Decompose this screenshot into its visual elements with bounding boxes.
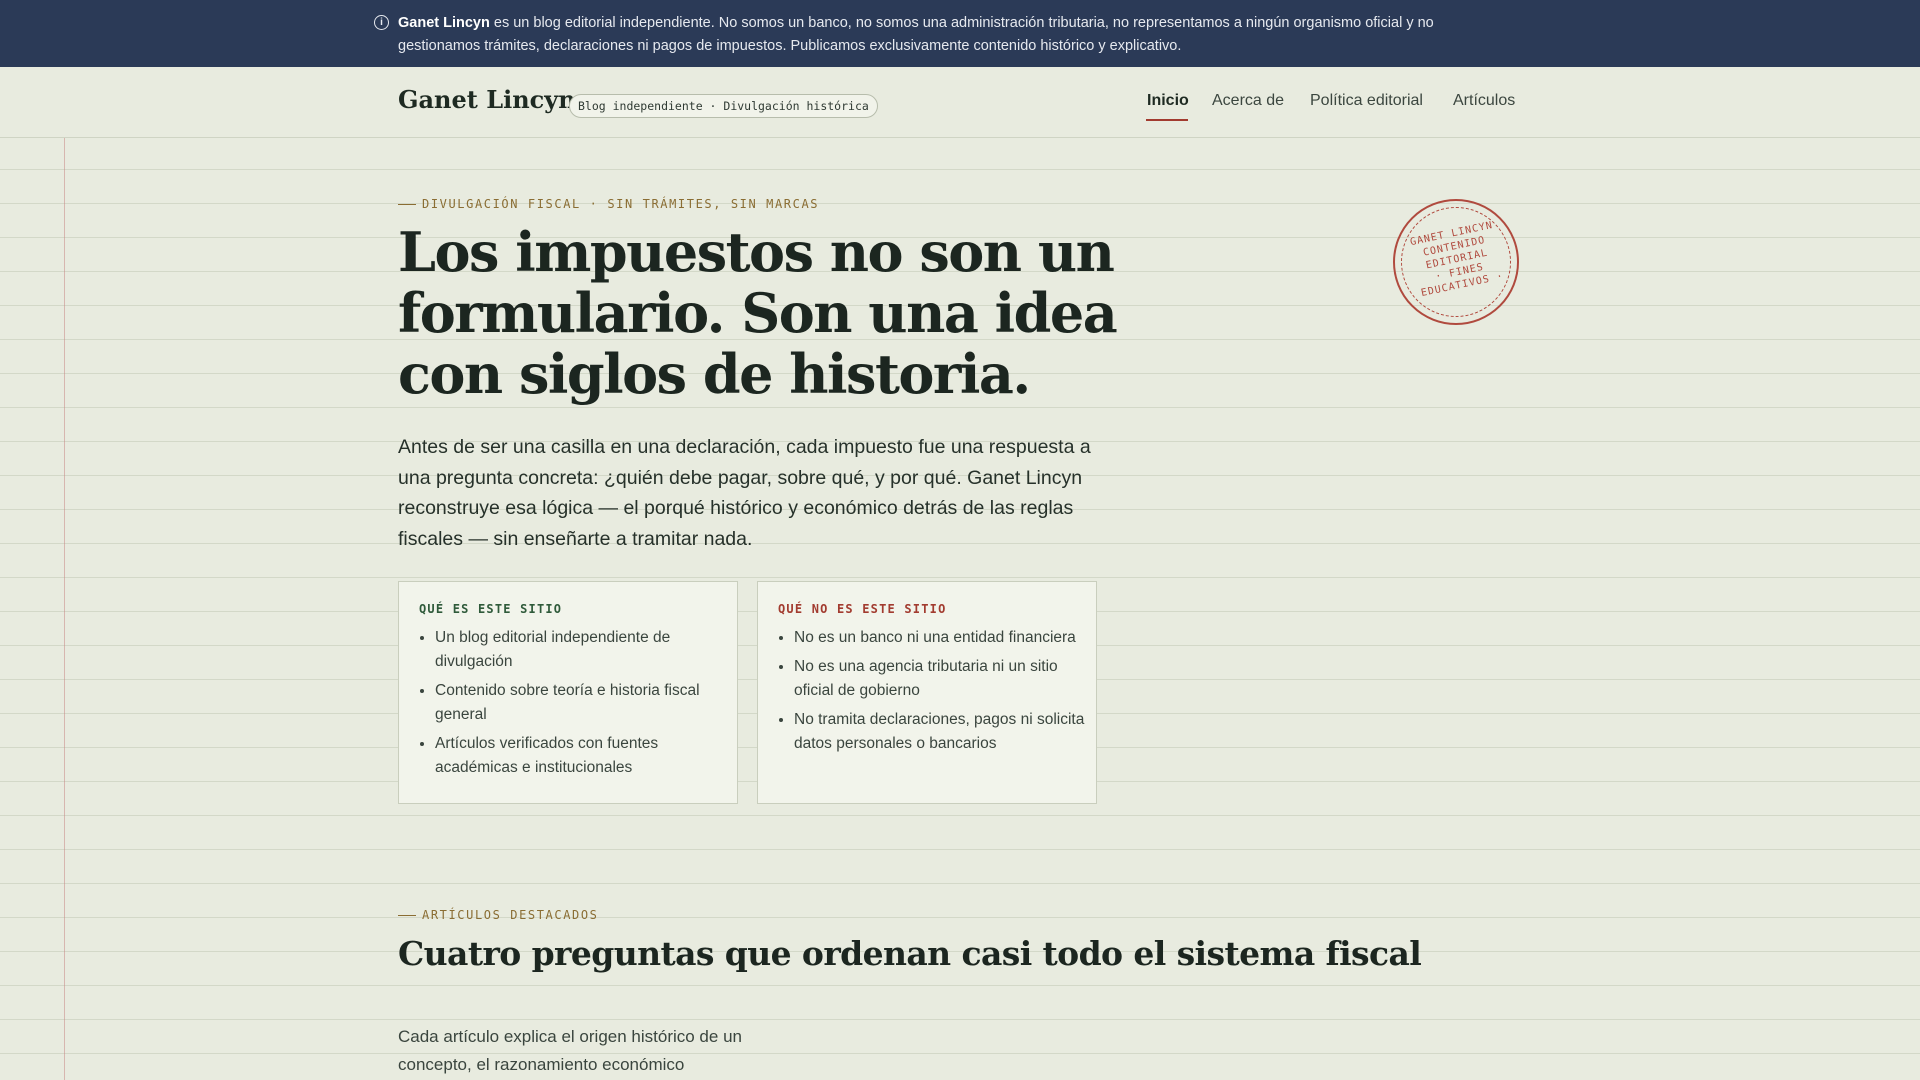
- card-what-it-is-not: QUÉ NO ES ESTE SITIO No es un banco ni u…: [757, 581, 1097, 804]
- hero-intro: Antes de ser una casilla en una declarac…: [398, 436, 1091, 550]
- list-item: No es un banco ni una entidad financiera: [794, 626, 1089, 650]
- notebook-margin-line: [64, 0, 65, 1080]
- hero-eyebrow: DIVULGACIÓN FISCAL · SIN TRÁMITES, SIN M…: [398, 197, 819, 211]
- site-header: Ganet Lincyn Blog independiente · Divulg…: [0, 67, 1920, 138]
- card-what-it-is: QUÉ ES ESTE SITIO Un blog editorial inde…: [398, 581, 738, 804]
- disclaimer-content: i Ganet Lincyn es un blog editorial inde…: [374, 12, 1518, 58]
- list-item: Un blog editorial independiente de divul…: [435, 626, 730, 674]
- disclaimer-text: es un blog editorial independiente. No s…: [398, 15, 1434, 54]
- card-what-it-is-title: QUÉ ES ESTE SITIO: [419, 602, 563, 616]
- featured-section-title: Cuatro preguntas que ordenan casi todo e…: [398, 934, 1422, 973]
- info-icon: i: [374, 15, 389, 30]
- site-logo[interactable]: Ganet Lincyn: [398, 85, 576, 114]
- disclaimer-banner: i Ganet Lincyn es un blog editorial inde…: [0, 0, 1920, 67]
- nav-active-indicator: [1146, 119, 1188, 121]
- editorial-stamp: GANET LINCYN CONTENIDO EDITORIAL · FINES…: [1393, 199, 1519, 325]
- eyebrow-dash: [398, 915, 416, 916]
- card-what-it-is-not-list: No es un banco ni una entidad financiera…: [778, 626, 1089, 761]
- list-item: No es una agencia tributaria ni un sitio…: [794, 655, 1089, 703]
- list-item: No tramita declaraciones, pagos ni solic…: [794, 708, 1089, 756]
- eyebrow-dash: [398, 204, 416, 205]
- hero-eyebrow-text: DIVULGACIÓN FISCAL · SIN TRÁMITES, SIN M…: [422, 197, 820, 211]
- featured-eyebrow-text: ARTÍCULOS DESTACADOS: [422, 908, 599, 922]
- nav-link-acerca-de[interactable]: Acerca de: [1212, 92, 1284, 110]
- hero-title: Los impuestos no son un formulario. Son …: [398, 220, 1118, 406]
- featured-section-intro: Cada artículo explica el origen históric…: [398, 1027, 742, 1074]
- nav-link-politica-editorial[interactable]: Política editorial: [1310, 92, 1423, 110]
- nav-link-articulos[interactable]: Artículos: [1453, 92, 1515, 110]
- card-what-it-is-list: Un blog editorial independiente de divul…: [419, 626, 730, 785]
- featured-eyebrow: ARTÍCULOS DESTACADOS: [398, 908, 599, 922]
- disclaimer-brand: Ganet Lincyn: [398, 15, 490, 31]
- list-item: Contenido sobre teoría e historia fiscal…: [435, 679, 730, 727]
- site-tagline-badge: Blog independiente · Divulgación históri…: [569, 94, 878, 118]
- nav-link-inicio[interactable]: Inicio: [1147, 92, 1189, 110]
- card-what-it-is-not-title: QUÉ NO ES ESTE SITIO: [778, 602, 947, 616]
- list-item: Artículos verificados con fuentes académ…: [435, 732, 730, 780]
